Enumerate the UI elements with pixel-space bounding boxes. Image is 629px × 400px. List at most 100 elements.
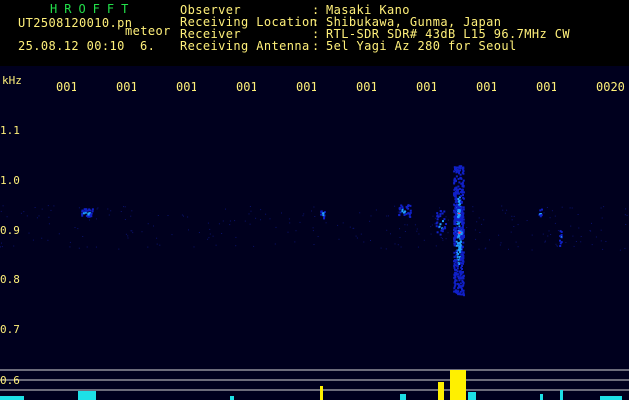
noise-speck: [513, 226, 515, 227]
noise-speck: [47, 239, 49, 241]
noise-speck: [0, 246, 1, 248]
noise-speck: [141, 231, 143, 233]
noise-speck: [551, 210, 553, 212]
level-bar: [540, 394, 543, 400]
echo-pixel: [461, 285, 464, 288]
echo-pixel: [462, 271, 464, 273]
noise-speck: [476, 221, 478, 223]
noise-speck: [269, 218, 271, 220]
noise-speck: [208, 237, 210, 239]
frequency-tick-label: 1.1: [0, 124, 20, 137]
noise-speck: [77, 228, 79, 230]
noise-speck: [38, 215, 40, 217]
echo-pixel: [320, 213, 323, 216]
echo-pixel: [461, 256, 464, 259]
level-bar: [78, 391, 96, 400]
echo-pixel: [461, 227, 464, 230]
echo-pixel: [455, 227, 458, 230]
echo-pixel: [459, 248, 462, 251]
noise-speck: [312, 227, 314, 229]
noise-speck: [295, 230, 297, 232]
level-bar: [600, 396, 622, 400]
echo-pixel: [459, 293, 462, 296]
echo-pixel: [81, 214, 84, 217]
noise-speck: [317, 236, 319, 237]
noise-speck: [167, 215, 169, 216]
time-tick-label: 0015: [296, 80, 316, 94]
noise-speck: [342, 222, 344, 224]
noise-speck: [452, 212, 454, 213]
noise-speck: [544, 241, 546, 243]
noise-speck: [147, 246, 149, 248]
time-tick-label: 0020: [596, 80, 625, 94]
echo-pixel: [455, 213, 458, 216]
echo-pixel: [460, 201, 463, 203]
echo-pixel: [409, 209, 412, 212]
echo-pixel: [441, 230, 444, 233]
echo-pixel: [439, 215, 442, 218]
noise-speck: [626, 214, 628, 216]
noise-speck: [23, 211, 25, 213]
echo-pixel: [398, 213, 401, 216]
noise-speck: [127, 237, 129, 239]
echo-pixel: [459, 241, 462, 244]
echo-pixel: [453, 228, 455, 231]
echo-pixel: [442, 228, 445, 230]
echo-pixel: [453, 240, 456, 243]
noise-speck: [235, 236, 237, 238]
frequency-tick-label: 1.0: [0, 174, 20, 187]
noise-speck: [431, 224, 433, 226]
echo-pixel: [443, 210, 446, 213]
noise-speck: [313, 244, 315, 245]
noise-speck: [556, 245, 558, 247]
noise-speck: [600, 229, 602, 231]
echo-pixel: [456, 191, 459, 194]
echo-pixel: [454, 207, 457, 210]
noise-speck: [619, 249, 621, 251]
noise-speck: [569, 207, 571, 209]
noise-speck: [478, 217, 480, 219]
echo-pixel: [454, 279, 457, 281]
noise-speck: [573, 245, 575, 247]
frequency-tick-label: 0.8: [0, 273, 20, 286]
noise-speck: [110, 210, 112, 212]
noise-speck: [580, 236, 582, 237]
noise-speck: [416, 228, 418, 230]
noise-speck: [107, 208, 109, 210]
echo-pixel: [462, 289, 465, 292]
noise-speck: [294, 241, 296, 243]
echo-pixel: [458, 200, 461, 203]
noise-speck: [478, 248, 480, 250]
echo-pixel: [462, 206, 465, 209]
echo-pixel: [453, 266, 456, 269]
echo-pixel: [405, 205, 408, 208]
noise-speck: [439, 207, 441, 209]
noise-speck: [531, 249, 533, 251]
frequency-tick-label: 0.9: [0, 224, 20, 237]
time-tick-label: 0013: [176, 80, 196, 94]
noise-speck: [489, 239, 490, 241]
noise-speck: [547, 235, 549, 237]
noise-speck: [399, 228, 400, 230]
spectrogram-background: [0, 66, 629, 400]
noise-speck: [500, 242, 502, 244]
level-bar: [468, 392, 476, 400]
noise-speck: [555, 243, 557, 245]
noise-speck: [95, 246, 97, 248]
noise-speck: [591, 222, 592, 224]
time-tick-label: 0014: [236, 80, 256, 94]
noise-speck: [526, 220, 528, 221]
echo-pixel: [454, 193, 456, 196]
echo-pixel: [91, 210, 94, 213]
noise-speck: [159, 244, 161, 246]
echo-pixel: [458, 285, 461, 288]
noise-speck: [434, 223, 436, 225]
echo-pixel: [455, 217, 458, 220]
echo-pixel: [460, 165, 463, 168]
noise-speck: [508, 248, 509, 250]
echo-pixel: [81, 210, 84, 213]
echo-pixel: [436, 218, 439, 221]
noise-speck: [26, 215, 28, 217]
echo-pixel: [456, 231, 459, 234]
noise-speck: [432, 215, 434, 217]
